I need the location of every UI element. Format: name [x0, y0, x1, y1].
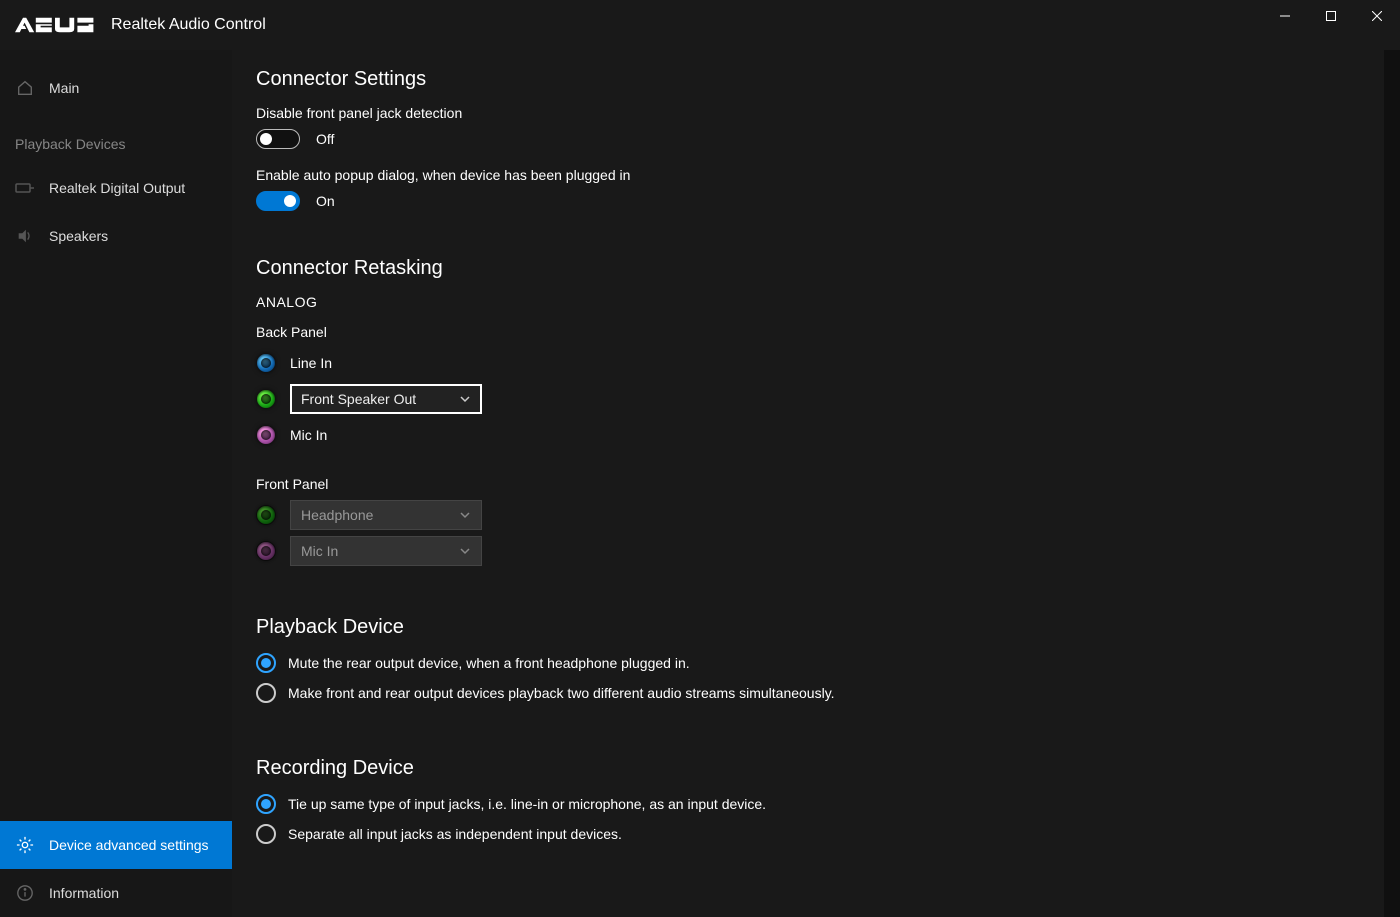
dropdown-value: Mic In [301, 543, 338, 559]
label-auto-popup: Enable auto popup dialog, when device ha… [256, 167, 1400, 183]
subheading-analog: ANALOG [256, 294, 1400, 310]
toggle-disable-front-jack[interactable] [256, 129, 300, 149]
info-icon [15, 883, 35, 903]
jack-label-mic-in: Mic In [290, 427, 327, 443]
content-area: Connector Settings Disable front panel j… [232, 50, 1400, 917]
dropdown-front-speaker-out[interactable]: Front Speaker Out [290, 384, 482, 414]
sidebar-item-label: Main [49, 80, 79, 96]
section-title-recording-device: Recording Device [256, 757, 1400, 780]
sidebar-item-label: Realtek Digital Output [49, 180, 185, 196]
radio-simultaneous-streams[interactable] [256, 683, 276, 703]
digital-output-icon [15, 178, 35, 198]
window-controls [1262, 0, 1400, 50]
asus-logo [15, 14, 95, 36]
radio-label: Tie up same type of input jacks, i.e. li… [288, 796, 766, 812]
sidebar-item-information[interactable]: Information [0, 869, 232, 917]
label-front-panel: Front Panel [256, 476, 1400, 492]
dropdown-headphone[interactable]: Headphone [290, 500, 482, 530]
toggle-auto-popup[interactable] [256, 191, 300, 211]
app-title: Realtek Audio Control [111, 16, 266, 34]
jack-icon-green [256, 389, 276, 409]
chevron-down-icon [459, 393, 471, 405]
section-title-playback-device: Playback Device [256, 616, 1400, 639]
dropdown-value: Front Speaker Out [301, 391, 416, 407]
sidebar-item-advanced-settings[interactable]: Device advanced settings [0, 821, 232, 869]
jack-icon-blue [256, 353, 276, 373]
jack-icon-pink [256, 425, 276, 445]
close-button[interactable] [1354, 0, 1400, 32]
radio-separate-input-jacks[interactable] [256, 824, 276, 844]
radio-label: Mute the rear output device, when a fron… [288, 655, 690, 671]
jack-label-line-in: Line In [290, 355, 332, 371]
scrollbar[interactable] [1384, 50, 1400, 917]
gear-icon [15, 835, 35, 855]
minimize-button[interactable] [1262, 0, 1308, 32]
titlebar: Realtek Audio Control [0, 0, 1400, 50]
toggle-status: Off [316, 131, 334, 147]
jack-icon-pink-dim [256, 541, 276, 561]
section-title-connector-settings: Connector Settings [256, 68, 1400, 91]
label-disable-front-jack: Disable front panel jack detection [256, 105, 1400, 121]
jack-icon-green-dim [256, 505, 276, 525]
chevron-down-icon [459, 509, 471, 521]
sidebar: Main Playback Devices Realtek Digital Ou… [0, 50, 232, 917]
radio-tie-input-jacks[interactable] [256, 794, 276, 814]
sidebar-item-label: Device advanced settings [49, 837, 209, 853]
speaker-icon [15, 226, 35, 246]
sidebar-item-digital-output[interactable]: Realtek Digital Output [0, 164, 232, 212]
sidebar-item-main[interactable]: Main [0, 64, 232, 112]
radio-label: Make front and rear output devices playb… [288, 685, 835, 701]
sidebar-item-label: Speakers [49, 228, 108, 244]
toggle-status: On [316, 193, 335, 209]
section-title-connector-retasking: Connector Retasking [256, 257, 1400, 280]
sidebar-item-label: Information [49, 885, 119, 901]
sidebar-heading-playback: Playback Devices [0, 112, 232, 164]
radio-label: Separate all input jacks as independent … [288, 826, 622, 842]
dropdown-mic-in[interactable]: Mic In [290, 536, 482, 566]
chevron-down-icon [459, 545, 471, 557]
radio-mute-rear[interactable] [256, 653, 276, 673]
sidebar-item-speakers[interactable]: Speakers [0, 212, 232, 260]
dropdown-value: Headphone [301, 507, 373, 523]
maximize-button[interactable] [1308, 0, 1354, 32]
label-back-panel: Back Panel [256, 324, 1400, 340]
home-icon [15, 78, 35, 98]
